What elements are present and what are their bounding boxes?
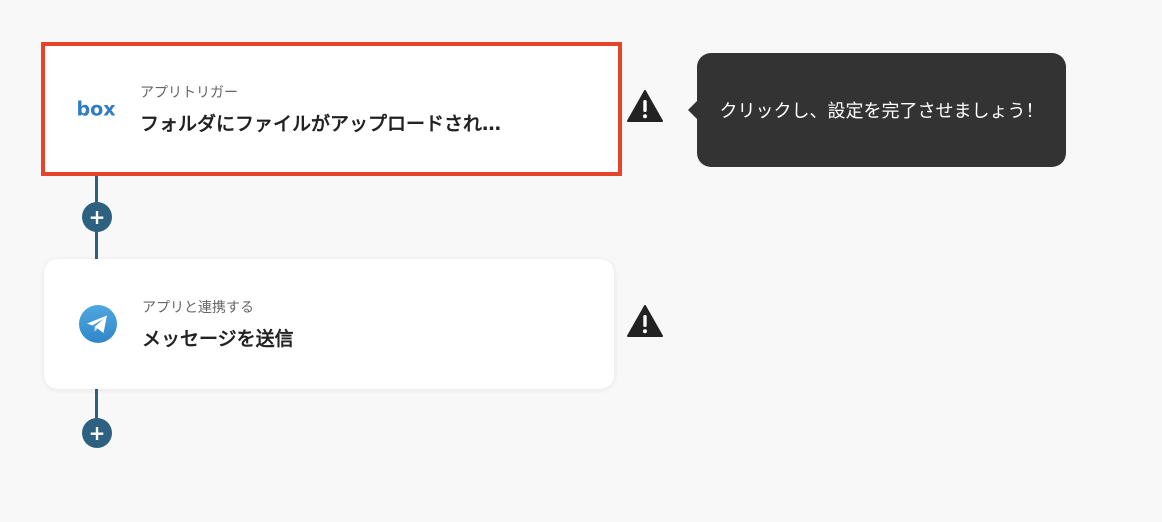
add-step-button[interactable]: + (82, 418, 112, 448)
action-step-card[interactable]: アプリと連携する メッセージを送信 (44, 259, 614, 389)
trigger-step-card[interactable]: box アプリトリガー フォルダにファイルがアップロードされ… (41, 42, 622, 176)
step-text: アプリと連携する メッセージを送信 (142, 297, 294, 351)
step-subtitle: アプリトリガー (140, 85, 238, 101)
step-title: メッセージを送信 (142, 328, 294, 350)
workflow-canvas: + + box アプリトリガー フォルダにファイルがアップロードされ… アプリと… (0, 0, 1162, 522)
step-text: アプリトリガー フォルダにファイルがアップロードされ… (140, 82, 501, 136)
setup-tooltip: クリックし、設定を完了させましょう！ (688, 53, 1066, 167)
svg-text:box: box (76, 97, 116, 120)
warning-triangle-icon (627, 90, 663, 122)
box-logo-icon: box (76, 89, 116, 129)
step-title: フォルダにファイルがアップロードされ… (140, 113, 502, 135)
warning-triangle-icon (627, 305, 663, 337)
telegram-icon (78, 304, 118, 344)
tooltip-arrow (688, 101, 697, 119)
step-subtitle: アプリと連携する (142, 300, 254, 316)
add-step-button[interactable]: + (82, 202, 112, 232)
tooltip-text: クリックし、設定を完了させましょう！ (719, 101, 1044, 122)
